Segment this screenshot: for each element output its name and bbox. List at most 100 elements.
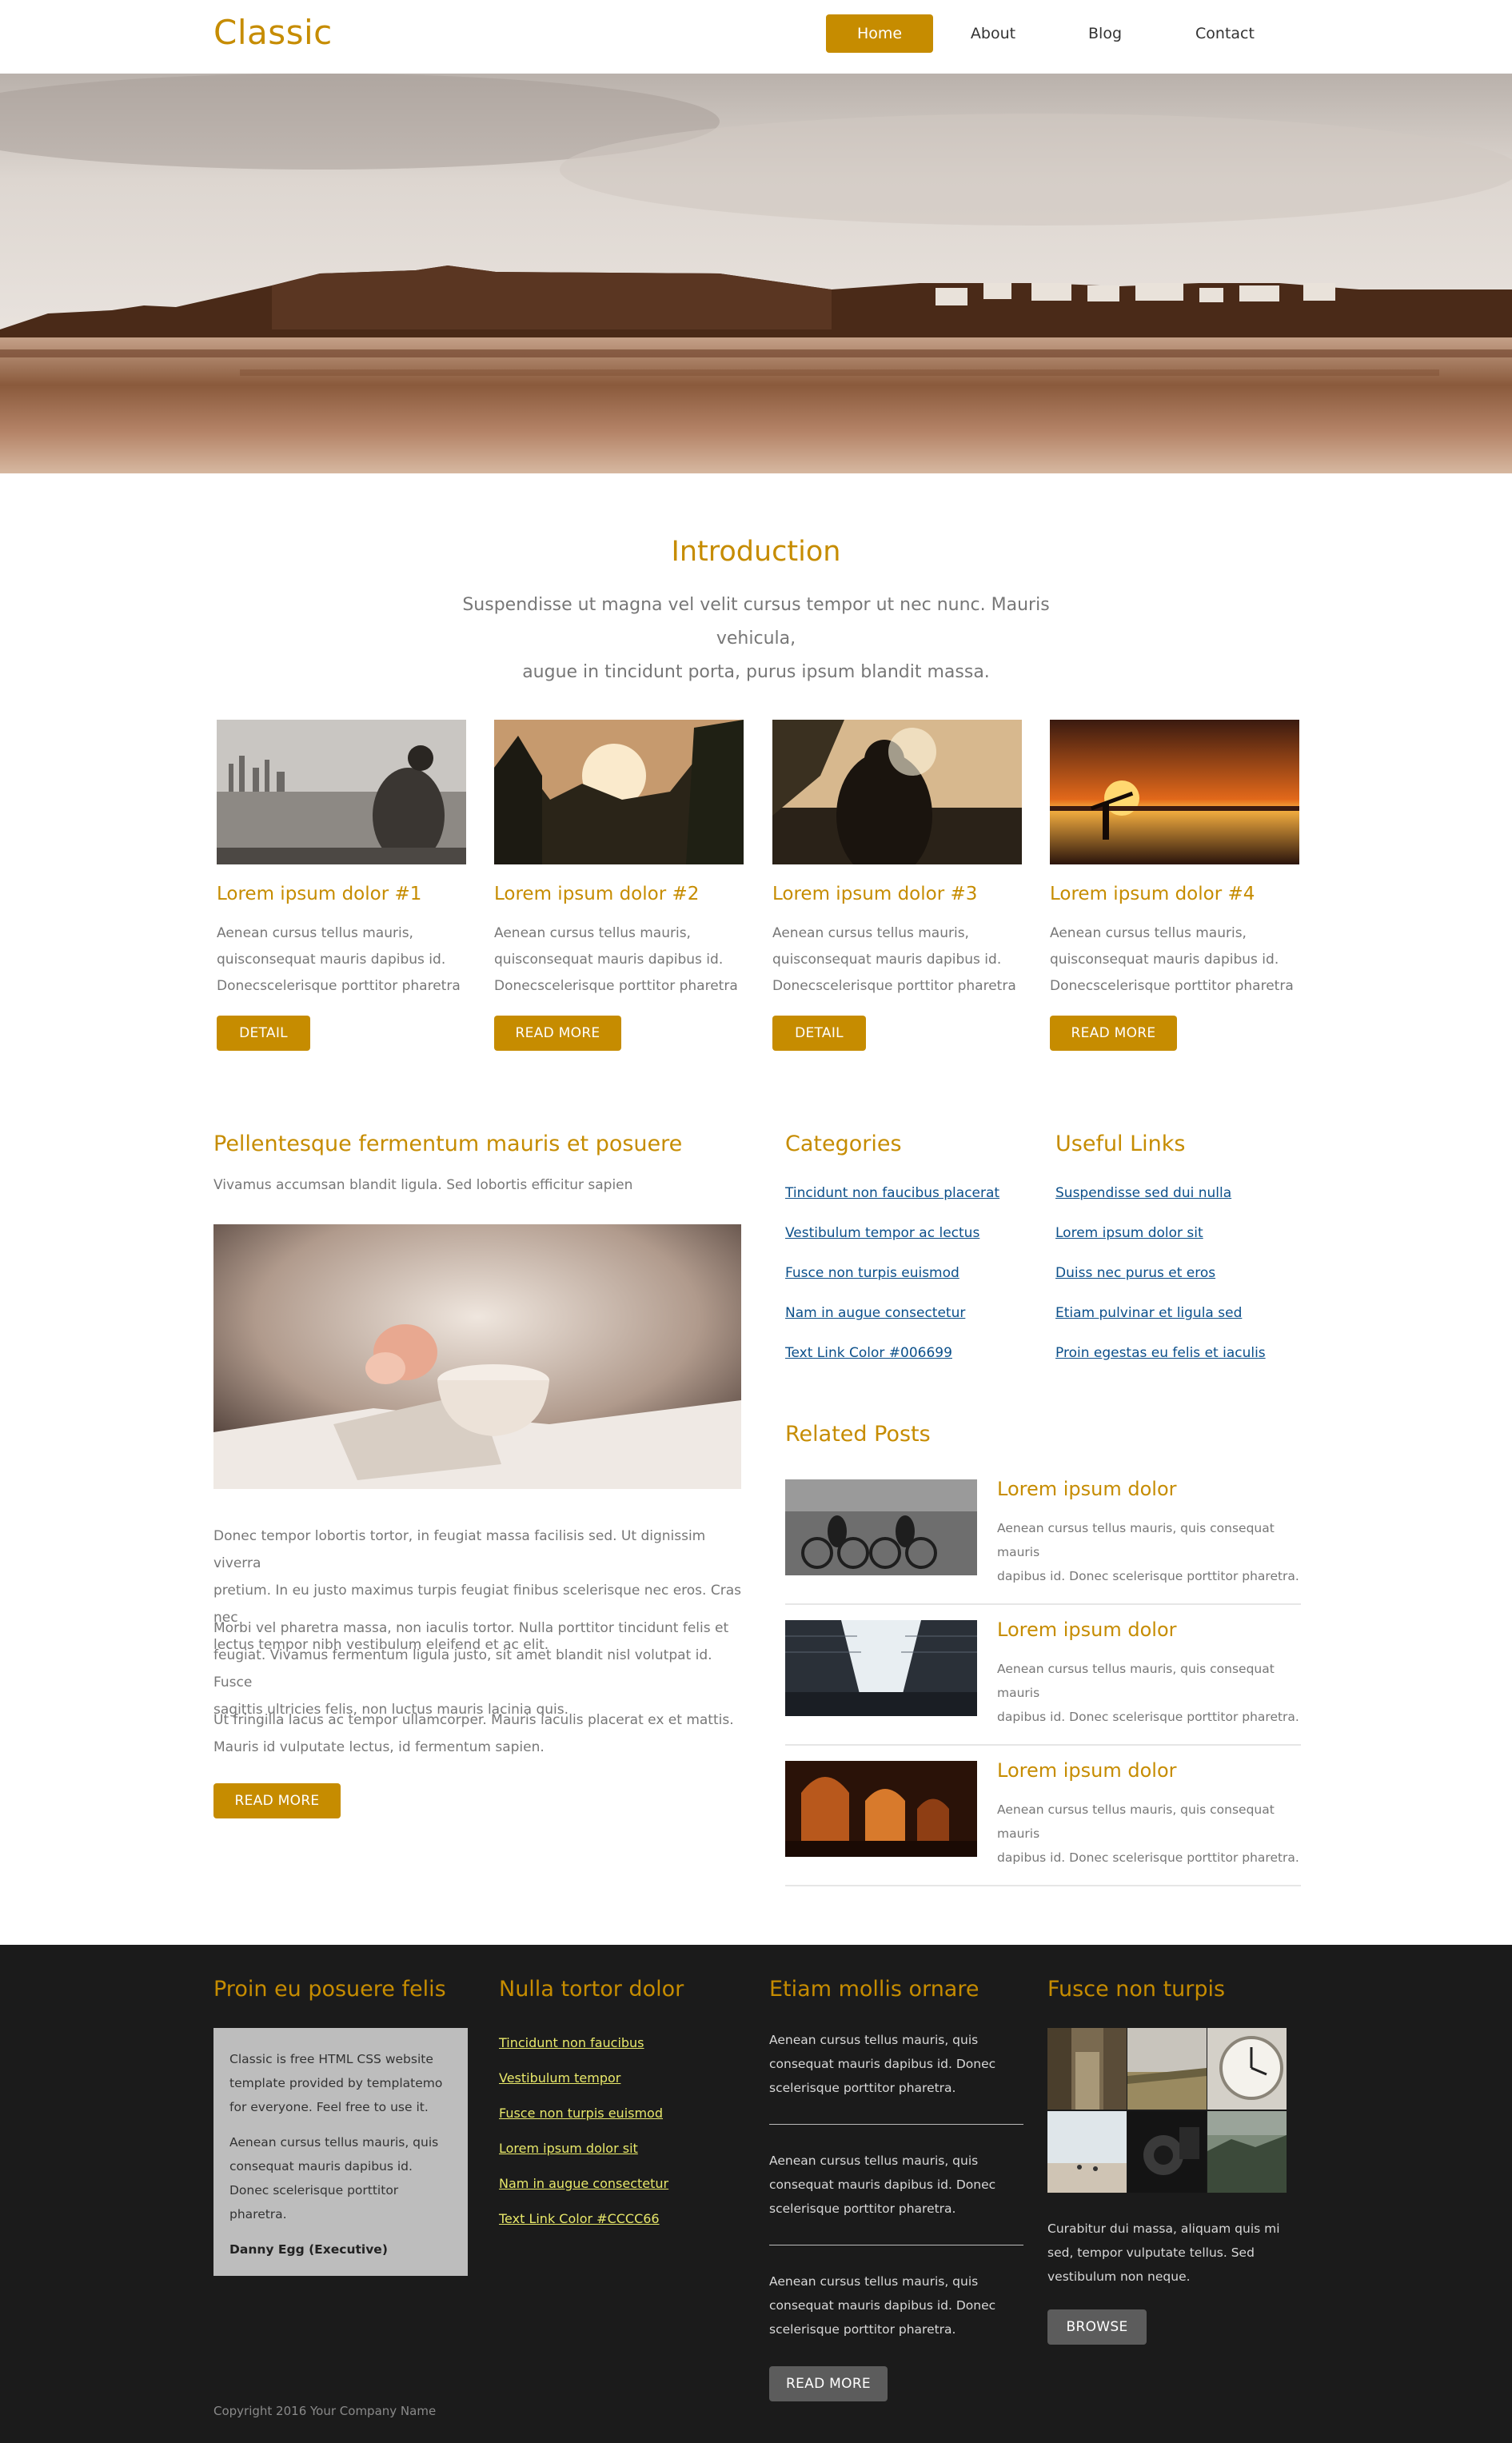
card-text: Aenean cursus tellus mauris, quisconsequa… bbox=[494, 925, 738, 994]
footer-link[interactable]: Nam in augue consectetur bbox=[499, 2176, 668, 2191]
category-link[interactable]: Fusce non turpis euismod bbox=[785, 1265, 959, 1281]
list-item: Proin egestas eu felis et iaculis bbox=[1055, 1344, 1266, 1384]
card-title[interactable]: Lorem ipsum dolor #4 bbox=[1050, 884, 1299, 904]
card-image bbox=[1050, 720, 1299, 864]
footer-read-more-button[interactable]: READ MORE bbox=[769, 2366, 888, 2401]
list-item: Etiam pulvinar et ligula sed bbox=[1055, 1304, 1266, 1344]
list-item: Duiss nec purus et eros bbox=[1055, 1264, 1266, 1304]
list-item: Nam in augue consectetur bbox=[499, 2175, 668, 2210]
footer-link[interactable]: Vestibulum tempor bbox=[499, 2070, 620, 2086]
list-item: Text Link Color #CCCC66 bbox=[499, 2210, 668, 2245]
list-item: Text Link Color #006699 bbox=[785, 1344, 999, 1384]
nav-blog[interactable]: Blog bbox=[1053, 14, 1157, 53]
footer-col2-title: Nulla tortor dolor bbox=[499, 1977, 684, 2002]
category-link[interactable]: Nam in augue consectetur bbox=[785, 1305, 965, 1321]
detail-button[interactable]: DETAIL bbox=[217, 1016, 310, 1051]
card-image bbox=[494, 720, 744, 864]
card-title[interactable]: Lorem ipsum dolor #3 bbox=[772, 884, 1022, 904]
categories-title: Categories bbox=[785, 1132, 902, 1156]
useful-link[interactable]: Etiam pulvinar et ligula sed bbox=[1055, 1305, 1242, 1321]
useful-link[interactable]: Proin egestas eu felis et iaculis bbox=[1055, 1345, 1266, 1361]
useful-link[interactable]: Duiss nec purus et eros bbox=[1055, 1265, 1215, 1281]
article-subtitle: Vivamus accumsan blandit ligula. Sed lob… bbox=[213, 1177, 633, 1193]
gallery-thumb[interactable] bbox=[1207, 2111, 1287, 2193]
browse-button[interactable]: BROWSE bbox=[1047, 2309, 1147, 2345]
post-text: Aenean cursus tellus mauris, quis conseq… bbox=[997, 1521, 1299, 1583]
footer-link[interactable]: Fusce non turpis euismod bbox=[499, 2106, 663, 2121]
useful-link[interactable]: Suspendisse sed dui nulla bbox=[1055, 1185, 1231, 1201]
footer-col3-title: Etiam mollis ornare bbox=[769, 1977, 979, 2002]
list-item: Tincidunt non faucibus bbox=[499, 2034, 668, 2070]
nav-contact[interactable]: Contact bbox=[1165, 14, 1285, 53]
footer-about-text: Classic is free HTML CSS website templat… bbox=[229, 2052, 443, 2114]
list-item: Nam in augue consectetur bbox=[785, 1304, 999, 1344]
site-header: Classic Home About Blog Contact bbox=[0, 0, 1512, 74]
post-title[interactable]: Lorem ipsum dolor bbox=[997, 1619, 1177, 1641]
related-post: Lorem ipsum dolor Aenean cursus tellus m… bbox=[785, 1619, 1301, 1746]
list-item: Fusce non turpis euismod bbox=[499, 2105, 668, 2140]
footer-links: Tincidunt non faucibus Vestibulum tempor… bbox=[499, 2034, 668, 2245]
article-read-more-button[interactable]: READ MORE bbox=[213, 1783, 341, 1818]
post-image[interactable] bbox=[785, 1761, 977, 1857]
footer-signature: Danny Egg (Executive) bbox=[229, 2242, 388, 2257]
category-link[interactable]: Vestibulum tempor ac lectus bbox=[785, 1225, 979, 1241]
post-title[interactable]: Lorem ipsum dolor bbox=[997, 1478, 1177, 1500]
card-text: Aenean cursus tellus mauris, quisconsequa… bbox=[1050, 925, 1294, 994]
post-image[interactable] bbox=[785, 1620, 977, 1716]
useful-link[interactable]: Lorem ipsum dolor sit bbox=[1055, 1225, 1203, 1241]
related-post: Lorem ipsum dolor Aenean cursus tellus m… bbox=[785, 1759, 1301, 1886]
card-title[interactable]: Lorem ipsum dolor #2 bbox=[494, 884, 744, 904]
gallery-thumb[interactable] bbox=[1127, 2028, 1207, 2110]
card-text: Aenean cursus tellus mauris, quisconsequa… bbox=[772, 925, 1016, 994]
post-title[interactable]: Lorem ipsum dolor bbox=[997, 1759, 1177, 1782]
list-item: Vestibulum tempor ac lectus bbox=[785, 1224, 999, 1264]
list-item: Tincidunt non faucibus placerat bbox=[785, 1184, 999, 1224]
footer-item-text: Aenean cursus tellus mauris, quis conseq… bbox=[769, 2033, 996, 2095]
intro-title: Introduction bbox=[671, 536, 841, 568]
categories-list: Tincidunt non faucibus placerat Vestibul… bbox=[785, 1184, 999, 1384]
card-title[interactable]: Lorem ipsum dolor #1 bbox=[217, 884, 466, 904]
photo-gallery bbox=[1047, 2028, 1287, 2193]
category-link[interactable]: Text Link Color #006699 bbox=[785, 1345, 952, 1361]
nav-home[interactable]: Home bbox=[826, 14, 933, 53]
post-text: Aenean cursus tellus mauris, quis conseq… bbox=[997, 1662, 1299, 1724]
detail-button[interactable]: DETAIL bbox=[772, 1016, 866, 1051]
related-post: Lorem ipsum dolor Aenean cursus tellus m… bbox=[785, 1478, 1301, 1605]
footer-item-text: Aenean cursus tellus mauris, quis conseq… bbox=[769, 2274, 996, 2337]
footer-col4-text: Curabitur dui massa, aliquam quis mi sed… bbox=[1047, 2221, 1280, 2284]
copyright-text: Copyright 2016 Your Company Name bbox=[213, 2404, 437, 2418]
hero-landscape-illustration bbox=[0, 74, 1512, 473]
read-more-button[interactable]: READ MORE bbox=[494, 1016, 621, 1051]
post-image[interactable] bbox=[785, 1479, 977, 1575]
footer-link[interactable]: Tincidunt non faucibus bbox=[499, 2035, 644, 2050]
category-link[interactable]: Tincidunt non faucibus placerat bbox=[785, 1185, 999, 1201]
list-item: Fusce non turpis euismod bbox=[785, 1264, 999, 1304]
article-paragraph: Ut fringilla lacus ac tempor ullamcorper… bbox=[213, 1712, 734, 1755]
footer-divider bbox=[769, 2124, 1023, 2125]
gallery-thumb[interactable] bbox=[1207, 2028, 1287, 2110]
useful-links-title: Useful Links bbox=[1055, 1132, 1186, 1156]
footer-col1-title: Proin eu posuere felis bbox=[213, 1977, 446, 2002]
hero-image bbox=[0, 74, 1512, 473]
footer-link[interactable]: Lorem ipsum dolor sit bbox=[499, 2141, 638, 2156]
footer-link[interactable]: Text Link Color #CCCC66 bbox=[499, 2211, 660, 2226]
list-item: Suspendisse sed dui nulla bbox=[1055, 1184, 1266, 1224]
gallery-thumb[interactable] bbox=[1047, 2111, 1127, 2193]
intro-text: Suspendisse ut magna vel velit cursus te… bbox=[436, 589, 1076, 689]
feature-card: Lorem ipsum dolor #2 Aenean cursus tellu… bbox=[494, 720, 744, 1051]
feature-card: Lorem ipsum dolor #1 Aenean cursus tellu… bbox=[217, 720, 466, 1051]
read-more-button[interactable]: READ MORE bbox=[1050, 1016, 1177, 1051]
list-item: Vestibulum tempor bbox=[499, 2070, 668, 2105]
card-image bbox=[772, 720, 1022, 864]
nav-about[interactable]: About bbox=[941, 14, 1045, 53]
list-item: Lorem ipsum dolor sit bbox=[1055, 1224, 1266, 1264]
intro-line: augue in tincidunt porta, purus ipsum bl… bbox=[522, 662, 990, 682]
footer-about-text: Aenean cursus tellus mauris, quis conseq… bbox=[229, 2135, 439, 2221]
post-text: Aenean cursus tellus mauris, quis conseq… bbox=[997, 1802, 1299, 1865]
site-logo[interactable]: Classic bbox=[213, 13, 333, 52]
card-text: Aenean cursus tellus mauris, quisconsequa… bbox=[217, 925, 461, 994]
gallery-thumb[interactable] bbox=[1047, 2028, 1127, 2110]
feature-card: Lorem ipsum dolor #4 Aenean cursus tellu… bbox=[1050, 720, 1299, 1051]
article-title: Pellentesque fermentum mauris et posuere bbox=[213, 1132, 683, 1156]
gallery-thumb[interactable] bbox=[1127, 2111, 1207, 2193]
